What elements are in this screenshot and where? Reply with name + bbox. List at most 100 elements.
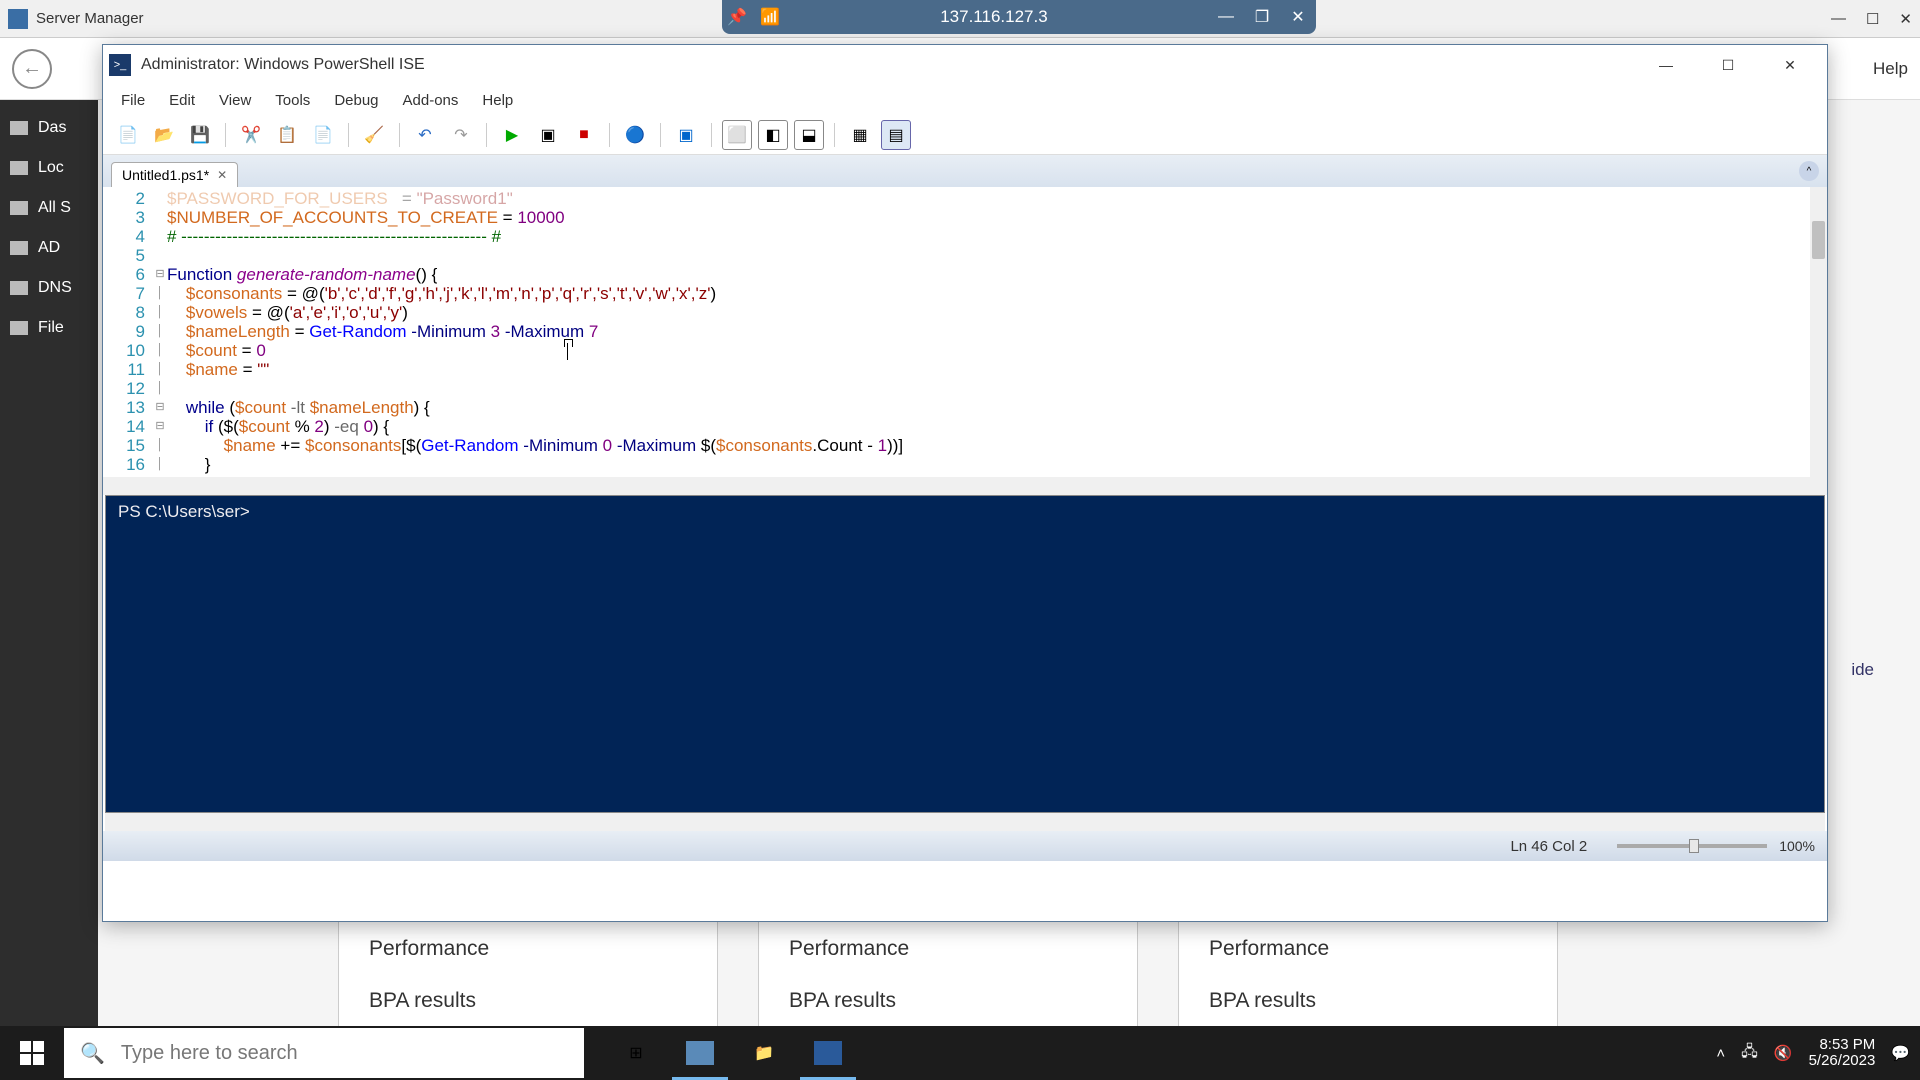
ise-titlebar[interactable]: >_ Administrator: Windows PowerShell ISE… (103, 45, 1827, 85)
menu-addons[interactable]: Add-ons (393, 88, 469, 113)
server-icon (10, 161, 28, 175)
powershell-ise-window: >_ Administrator: Windows PowerShell ISE… (102, 44, 1828, 922)
servers-icon (10, 201, 28, 215)
zoom-slider[interactable] (1617, 844, 1767, 848)
menu-tools[interactable]: Tools (265, 88, 320, 113)
sidebar-item-file[interactable]: File (0, 308, 98, 348)
ise-minimize-button[interactable]: — (1635, 47, 1697, 83)
breakpoint-icon[interactable]: 🔵 (620, 120, 650, 150)
script-pane-icon[interactable]: ▤ (881, 120, 911, 150)
menu-debug[interactable]: Debug (324, 88, 388, 113)
tile-performance[interactable]: Performance (789, 923, 1107, 975)
console-pane[interactable]: PS C:\Users\ser> (105, 495, 1825, 813)
run-selection-icon[interactable]: ▣ (533, 120, 563, 150)
hide-link[interactable]: ide (1851, 660, 1874, 680)
ise-menubar: File Edit View Tools Debug Add-ons Help (103, 85, 1827, 115)
sm-minimize-icon[interactable]: — (1831, 10, 1846, 28)
tab-label: Untitled1.ps1* (122, 167, 209, 183)
layout3-icon[interactable]: ⬓ (794, 120, 824, 150)
ise-close-button[interactable]: ✕ (1759, 47, 1821, 83)
editor-scrollbar[interactable] (1810, 187, 1827, 477)
sm-sidebar: Das Loc All S AD DNS File (0, 100, 98, 1040)
cursor-position: Ln 46 Col 2 (1510, 838, 1587, 855)
copy-icon[interactable]: 📋 (272, 120, 302, 150)
rdp-close-icon[interactable]: ✕ (1280, 2, 1316, 32)
sm-maximize-icon[interactable]: ☐ (1866, 10, 1879, 28)
tray-network-icon[interactable]: 🖧 (1741, 1041, 1758, 1066)
sidebar-item-dashboard[interactable]: Das (0, 108, 98, 148)
windows-logo-icon (20, 1041, 44, 1065)
help-menu[interactable]: Help (1873, 59, 1908, 79)
open-file-icon[interactable]: 📂 (149, 120, 179, 150)
search-icon: 🔍 (80, 1041, 105, 1066)
cut-icon[interactable]: ✂️ (236, 120, 266, 150)
zoom-value: 100% (1779, 838, 1815, 854)
paste-icon[interactable]: 📄 (308, 120, 338, 150)
scroll-thumb[interactable] (1812, 221, 1825, 259)
layout2-icon[interactable]: ◧ (758, 120, 788, 150)
tray-clock[interactable]: 8:53 PM 5/26/2023 (1809, 1037, 1876, 1069)
taskbar: 🔍 Type here to search ⊞ 📁 ˄ 🖧 🔇 8:53 PM … (0, 1026, 1920, 1080)
menu-help[interactable]: Help (472, 88, 523, 113)
ise-toolbar: 📄 📂 💾 ✂️ 📋 📄 🧹 ↶ ↷ ▶ ▣ ■ 🔵 ▣ ⬜ ◧ ⬓ ▦ ▤ (103, 115, 1827, 155)
server-manager-icon (8, 9, 28, 29)
rdp-ip: 137.116.127.3 (780, 7, 1208, 27)
tray-volume-icon[interactable]: 🔇 (1774, 1044, 1793, 1062)
tile-performance[interactable]: Performance (369, 923, 687, 975)
rdp-minimize-icon[interactable]: — (1208, 2, 1244, 32)
undo-icon[interactable]: ↶ (410, 120, 440, 150)
signal-icon: 📶 (760, 7, 780, 27)
taskbar-server-manager[interactable] (668, 1026, 732, 1080)
code-area[interactable]: $PASSWORD_FOR_USERS = "Password1"$NUMBER… (167, 187, 1827, 477)
task-view-icon[interactable]: ⊞ (604, 1026, 668, 1080)
taskbar-explorer[interactable]: 📁 (732, 1026, 796, 1080)
console-prompt: PS C:\Users\ser> (118, 502, 250, 521)
file-icon (10, 321, 28, 335)
new-file-icon[interactable]: 📄 (113, 120, 143, 150)
stop-icon[interactable]: ■ (569, 120, 599, 150)
dashboard-icon (10, 121, 28, 135)
sm-close-icon[interactable]: ✕ (1899, 10, 1912, 28)
menu-file[interactable]: File (111, 88, 155, 113)
start-button[interactable] (0, 1026, 64, 1080)
tray-notifications-icon[interactable]: 💬 (1891, 1044, 1910, 1062)
run-icon[interactable]: ▶ (497, 120, 527, 150)
script-editor[interactable]: 2345678910111213141516 ⊟││││││⊟⊟││ $PASS… (103, 187, 1827, 477)
tray-chevron-icon[interactable]: ˄ (1716, 1045, 1725, 1062)
tile-bpa[interactable]: BPA results (369, 975, 687, 1027)
layout1-icon[interactable]: ⬜ (722, 120, 752, 150)
pin-icon[interactable]: 📌 (722, 2, 752, 32)
ise-title-text: Administrator: Windows PowerShell ISE (141, 56, 425, 74)
save-icon[interactable]: 💾 (185, 120, 215, 150)
console-h-scrollbar[interactable] (105, 813, 1825, 831)
command-addon-icon[interactable]: ▦ (845, 120, 875, 150)
menu-view[interactable]: View (209, 88, 261, 113)
back-button[interactable]: ← (12, 49, 52, 89)
fold-column[interactable]: ⊟││││││⊟⊟││ (153, 187, 167, 477)
search-placeholder: Type here to search (121, 1042, 298, 1065)
close-tab-icon[interactable]: ✕ (217, 168, 227, 182)
ise-maximize-button[interactable]: ☐ (1697, 47, 1759, 83)
sidebar-item-ad[interactable]: AD (0, 228, 98, 268)
menu-edit[interactable]: Edit (159, 88, 205, 113)
sidebar-item-all[interactable]: All S (0, 188, 98, 228)
sidebar-item-local[interactable]: Loc (0, 148, 98, 188)
tile-performance[interactable]: Performance (1209, 923, 1527, 975)
editor-h-scrollbar[interactable] (103, 477, 1827, 495)
tile-bpa[interactable]: BPA results (1209, 975, 1527, 1027)
collapse-script-icon[interactable]: ^ (1799, 161, 1819, 181)
redo-icon[interactable]: ↷ (446, 120, 476, 150)
script-tab[interactable]: Untitled1.ps1* ✕ (111, 162, 238, 187)
rdp-connection-bar[interactable]: 📌 📶 137.116.127.3 — ❐ ✕ (722, 0, 1316, 34)
search-box[interactable]: 🔍 Type here to search (64, 1028, 584, 1078)
tile-bpa[interactable]: BPA results (789, 975, 1107, 1027)
sidebar-item-dns[interactable]: DNS (0, 268, 98, 308)
rdp-restore-icon[interactable]: ❐ (1244, 2, 1280, 32)
dns-icon (10, 281, 28, 295)
clear-icon[interactable]: 🧹 (359, 120, 389, 150)
remote-icon[interactable]: ▣ (671, 120, 701, 150)
taskbar-powershell-ise[interactable] (796, 1026, 860, 1080)
text-cursor (567, 343, 568, 360)
ise-tab-bar: Untitled1.ps1* ✕ ^ (103, 155, 1827, 187)
zoom-thumb[interactable] (1689, 839, 1699, 853)
